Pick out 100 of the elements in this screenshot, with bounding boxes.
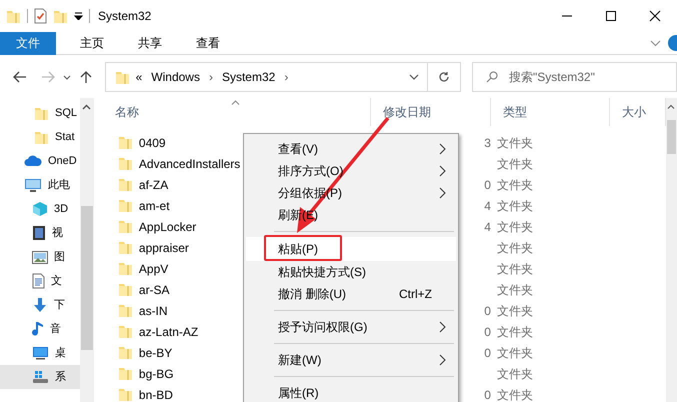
folder-icon: [34, 106, 49, 120]
properties-icon[interactable]: [34, 8, 47, 24]
menu-item[interactable]: 新建(W): [246, 349, 456, 371]
column-header[interactable]: 名称: [102, 98, 371, 126]
customize-dropdown-icon[interactable]: [74, 12, 83, 20]
ribbon-tab[interactable]: 查看: [182, 32, 234, 54]
type-text: 文件夹: [496, 218, 534, 236]
scrollbar[interactable]: [80, 98, 94, 402]
folder-icon: [118, 324, 133, 339]
folder-icon: [118, 366, 133, 381]
type-text: 文件夹: [496, 324, 534, 340]
ribbon-tab[interactable]: 共享: [124, 32, 176, 54]
nav-item[interactable]: SQL: [0, 101, 80, 125]
type-text: 文件夹: [496, 302, 534, 320]
search-icon: [486, 71, 498, 83]
picture-icon: [32, 250, 48, 264]
folder-icon: [118, 135, 133, 150]
down-arrow-icon: [32, 297, 48, 313]
folder-icon: [118, 282, 133, 297]
scroll-up-icon[interactable]: [82, 104, 92, 110]
scrollbar-thumb[interactable]: [81, 206, 93, 350]
chevron-down-icon[interactable]: [62, 74, 71, 80]
help-icon[interactable]: [667, 34, 677, 52]
dropdown-icon[interactable]: [409, 74, 420, 80]
type-text: 文件夹: [496, 156, 534, 172]
scroll-up-icon[interactable]: [667, 104, 676, 109]
music-note-icon: [32, 321, 44, 337]
scrollbar[interactable]: [666, 98, 677, 402]
computer-icon: [24, 178, 42, 192]
folder-icon: [118, 387, 133, 402]
date-text: 0: [484, 388, 491, 402]
cube-icon: [32, 201, 48, 217]
date-text: 0: [484, 178, 491, 192]
column-header[interactable]: 修改日期: [370, 98, 491, 126]
scrollbar-thumb[interactable]: [666, 120, 676, 154]
type-text: 文件夹: [496, 386, 534, 402]
type-text: 文件夹: [496, 260, 534, 278]
column-header[interactable]: 类型: [490, 98, 610, 126]
type-text: 文件夹: [496, 282, 534, 298]
folder-icon: [118, 261, 133, 276]
search-field[interactable]: 搜索"System32": [472, 62, 677, 92]
nav-item[interactable]: 下: [0, 293, 80, 317]
date-text: 4: [484, 198, 491, 212]
refresh-button[interactable]: [428, 62, 461, 92]
date-text: 0: [484, 304, 491, 318]
nav-item[interactable]: 视: [0, 221, 80, 245]
folder-icon: [114, 70, 130, 84]
date-text: 3: [484, 136, 491, 150]
overflow-chevron[interactable]: «: [136, 68, 142, 86]
nav-item[interactable]: 3D: [0, 197, 80, 221]
type-text: 文件夹: [496, 176, 534, 194]
menu-item[interactable]: 查看(V): [246, 138, 456, 160]
up-arrow-icon[interactable]: [80, 70, 92, 84]
type-text: 文件夹: [496, 344, 534, 362]
folder-icon: [34, 130, 49, 144]
document-icon: [32, 273, 45, 289]
nav-item[interactable]: 桌: [0, 341, 80, 365]
nav-item[interactable]: Stat: [0, 125, 80, 149]
breadcrumb-separator[interactable]: ›: [284, 68, 288, 86]
folder-icon: [118, 198, 133, 213]
drive-icon: [32, 370, 49, 384]
type-text: 文件夹: [496, 198, 534, 214]
sort-icon: [230, 100, 240, 105]
menu-item[interactable]: 分组依据(P): [246, 182, 456, 204]
film-icon: [32, 225, 46, 241]
monitor-icon: [32, 346, 49, 360]
nav-item[interactable]: 系: [0, 365, 80, 389]
cloud-icon: [24, 155, 42, 167]
ribbon-tab[interactable]: 主页: [66, 32, 118, 54]
date-text: 0: [484, 346, 491, 360]
breadcrumb-separator[interactable]: ›: [208, 68, 213, 86]
type-text: 文件夹: [496, 134, 534, 152]
nav-item[interactable]: 音: [0, 317, 80, 341]
menu-item[interactable]: 排序方式(O): [246, 160, 456, 182]
folder-icon: [118, 156, 133, 171]
refresh-icon[interactable]: [438, 71, 450, 83]
menu-item[interactable]: 粘贴(P): [246, 237, 456, 261]
nav-item[interactable]: 图: [0, 245, 80, 269]
nav-item[interactable]: 文: [0, 269, 80, 293]
address-bar[interactable]: « Windows › System32 ›: [104, 62, 428, 92]
menu-item[interactable]: 粘贴快捷方式(S): [246, 261, 456, 283]
menu-item[interactable]: 属性(R): [246, 382, 456, 402]
nav-item[interactable]: OneD: [0, 149, 80, 173]
breadcrumb-link[interactable]: Windows: [148, 68, 203, 86]
folder-icon: [118, 219, 133, 234]
nav-item[interactable]: 此电: [0, 173, 80, 197]
date-text: 0: [484, 324, 491, 338]
date-text: 4: [484, 220, 491, 234]
folder-icon: [118, 240, 133, 255]
breadcrumb-link[interactable]: System32: [218, 68, 278, 86]
close-icon[interactable]: [648, 10, 662, 22]
back-arrow-icon[interactable]: [12, 71, 27, 83]
type-text: 文件夹: [496, 366, 534, 382]
expand-ribbon-icon[interactable]: [650, 40, 661, 46]
type-text: 文件夹: [496, 240, 534, 256]
window-title: System32: [98, 8, 152, 25]
folder-icon: [118, 345, 133, 360]
folder-icon: [118, 177, 133, 192]
ribbon-tab[interactable]: 文件: [0, 32, 56, 54]
maximize-icon[interactable]: [604, 10, 618, 22]
